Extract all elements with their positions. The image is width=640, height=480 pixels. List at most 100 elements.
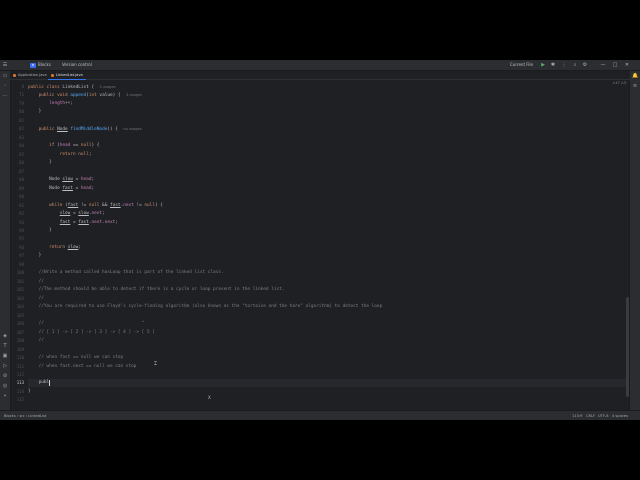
code-line[interactable]: Node slow = head; [28,176,94,184]
debug-icon[interactable]: ✱ [550,62,556,68]
line-number[interactable]: 82 [10,125,24,133]
commit-tool-icon[interactable]: ◦ [2,83,8,89]
line-number[interactable]: 94 [10,227,24,235]
tab-linkedlist-java[interactable]: LinkedList.java [48,71,86,80]
settings-icon[interactable]: ⚙ [582,62,588,68]
main-menu-icon[interactable]: ☰ [2,62,8,68]
code-line[interactable]: publ [28,379,50,387]
code-line[interactable]: return null; [28,151,92,159]
code-line[interactable]: return slow; [28,244,81,252]
run-tool-icon[interactable]: ▷ [2,363,8,369]
line-number[interactable]: 98 [10,261,24,269]
git-icon[interactable]: ⑂ [2,393,8,399]
minimize-icon[interactable]: — [598,61,608,69]
tab-application-java[interactable]: Application.java [10,71,50,79]
line-number[interactable]: 87 [10,168,24,176]
code-line[interactable]: if (head == null) { [28,142,99,150]
code-line[interactable]: } [28,227,52,235]
line-separator[interactable]: CRLF [586,413,595,419]
line-number[interactable]: 97 [10,252,24,260]
structure-tool-icon[interactable]: ⋯ [2,93,8,99]
code-line[interactable]: // [ 1 ] -> [ 2 ] -> [ 3 ] -> [ 4 ] -> [… [28,329,155,337]
code-editor[interactable]: public class LinkedList { 3 usages publi… [28,80,628,410]
code-line[interactable]: public Node findMiddleNode() { no usages [28,125,142,133]
code-line[interactable]: //You are required to use Floyd's cycle-… [28,303,383,311]
terminal-icon[interactable]: ▣ [2,353,8,359]
line-number[interactable]: 95 [10,235,24,243]
line-number[interactable]: 114 [10,388,24,396]
line-number[interactable]: 86 [10,159,24,167]
line-number[interactable]: 71 [10,91,24,99]
code-line[interactable]: public void append(int value) { 3 usages [28,91,142,99]
line-number[interactable]: 80 [10,108,24,116]
code-line[interactable]: public class LinkedList { 3 usages [28,83,116,91]
project-tool-icon[interactable]: ▭ [2,73,8,79]
indent-setting[interactable]: 4 spaces [612,413,628,419]
code-line[interactable]: length++; [28,100,73,108]
more-icon[interactable]: ⋮ [561,62,567,68]
services-icon[interactable]: ◎ [2,383,8,389]
line-number[interactable]: 83 [10,134,24,142]
database-icon[interactable]: ≡ [632,83,638,89]
line-number[interactable]: 109 [10,346,24,354]
problems-icon[interactable]: ⊘ [2,373,8,379]
search-icon[interactable]: ⌕ [572,62,578,68]
line-number[interactable]: 89 [10,185,24,193]
code-line[interactable]: //Write a method called hasLoop that is … [28,269,224,277]
build-tool-icon[interactable]: T [2,343,8,349]
line-number[interactable]: 113 [10,379,24,387]
line-number[interactable]: 105 [10,312,24,320]
line-number[interactable]: 115 [10,396,24,404]
code-line[interactable]: //The method should be able to detect if… [28,286,285,294]
line-number[interactable]: 96 [10,244,24,252]
line-number[interactable]: 88 [10,176,24,184]
line-number[interactable]: 104 [10,303,24,311]
run-icon[interactable]: ▶ [540,62,546,68]
code-line[interactable]: } [28,108,42,116]
line-number[interactable]: 8 [10,83,24,91]
code-line[interactable]: // [28,278,44,286]
line-number[interactable]: 81 [10,117,24,125]
notifications-icon[interactable]: 🔔 [632,73,638,79]
code-line[interactable]: // [28,295,44,303]
line-number[interactable]: 103 [10,295,24,303]
code-line[interactable]: fast = fast.next.next; [28,219,118,227]
line-number[interactable]: 107 [10,329,24,337]
file-encoding[interactable]: UTF-8 [598,413,608,419]
editor-scrollbar[interactable] [626,297,629,397]
plugins-tool-icon[interactable]: ◈ [2,333,8,339]
line-number[interactable]: 100 [10,269,24,277]
line-number[interactable]: 85 [10,151,24,159]
code-line[interactable]: Node fast = head; [28,185,94,193]
code-line[interactable]: } [28,252,42,260]
code-line[interactable]: slow = slow.next; [28,210,105,218]
breadcrumb[interactable]: Blocks › src › LinkedList [4,413,46,419]
project-selector[interactable]: B Blocks [30,62,51,68]
line-number[interactable]: 111 [10,363,24,371]
code-line[interactable]: } [28,388,31,396]
line-number[interactable]: 112 [10,371,24,379]
line-number[interactable]: 102 [10,286,24,294]
inspection-widget[interactable]: ⚠17 ⚠3 [612,81,626,85]
line-number[interactable]: 110 [10,354,24,362]
line-number[interactable]: 101 [10,278,24,286]
line-number[interactable]: 90 [10,193,24,201]
code-line[interactable]: // [28,337,44,345]
code-line[interactable]: } [28,159,52,167]
code-line[interactable]: // when fast == null we can stop [28,354,124,362]
code-line[interactable]: // when fast.next == null we can stop [28,363,137,371]
line-number[interactable]: 91 [10,202,24,210]
maximize-icon[interactable]: □ [610,61,620,69]
line-number[interactable]: 106 [10,320,24,328]
code-line[interactable]: while (fast != null && fast.next != null… [28,202,163,210]
line-number[interactable]: 84 [10,142,24,150]
line-number[interactable]: 92 [10,210,24,218]
caret-position[interactable]: 113:9 [572,413,582,419]
vcs-widget[interactable]: Version control [62,62,92,68]
code-line[interactable]: // ^ [28,320,145,328]
line-number[interactable]: 108 [10,337,24,345]
line-number[interactable]: 93 [10,219,24,227]
line-number[interactable]: 79 [10,100,24,108]
close-icon[interactable]: ✕ [622,61,632,69]
run-config-selector[interactable]: Current File [510,62,533,68]
